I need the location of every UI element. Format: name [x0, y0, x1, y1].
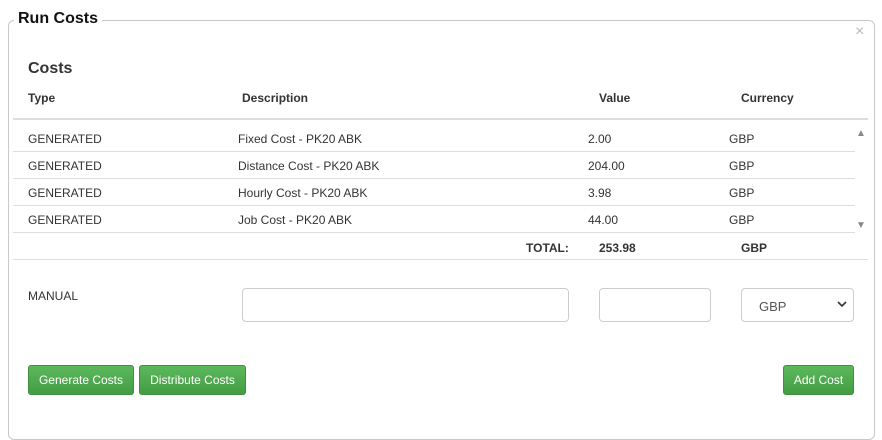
header-description: Description: [242, 91, 309, 105]
row-value: 44.00: [588, 213, 619, 227]
row-value: 204.00: [588, 159, 625, 173]
table-row[interactable]: GENERATED Distance Cost - PK20 ABK 204.0…: [13, 152, 855, 179]
scroll-down-arrow-icon[interactable]: ▼: [856, 221, 866, 231]
panel-title: Run Costs: [14, 10, 102, 28]
row-value: 3.98: [588, 186, 612, 200]
header-value: Value: [599, 91, 631, 105]
manual-type-label: MANUAL: [28, 289, 79, 303]
section-title: Costs: [28, 60, 73, 77]
chevron-down-icon: [837, 298, 847, 312]
costs-list[interactable]: GENERATED Fixed Cost - PK20 ABK 2.00 GBP…: [13, 125, 868, 233]
generate-costs-button[interactable]: Generate Costs: [28, 365, 134, 395]
header-divider: [13, 118, 868, 120]
currency-select[interactable]: GBP: [741, 288, 854, 322]
table-row[interactable]: GENERATED Job Cost - PK20 ABK 44.00 GBP: [13, 206, 855, 233]
row-description: Job Cost - PK20 ABK: [238, 213, 353, 227]
row-type: GENERATED: [28, 213, 102, 227]
manual-description-input[interactable]: [242, 288, 569, 322]
row-currency: GBP: [729, 132, 755, 146]
total-value: 253.98: [599, 241, 636, 255]
currency-select-value: GBP: [759, 299, 787, 314]
row-description: Hourly Cost - PK20 ABK: [238, 186, 368, 200]
row-currency: GBP: [729, 186, 755, 200]
distribute-costs-button[interactable]: Distribute Costs: [139, 365, 246, 395]
row-type: GENERATED: [28, 132, 102, 146]
close-icon[interactable]: ×: [855, 24, 864, 40]
total-divider: [13, 259, 868, 260]
add-cost-button[interactable]: Add Cost: [783, 365, 854, 395]
manual-value-input[interactable]: [599, 288, 711, 322]
row-value: 2.00: [588, 132, 612, 146]
header-currency: Currency: [741, 91, 794, 105]
scroll-up-arrow-icon[interactable]: ▲: [856, 129, 866, 139]
row-description: Distance Cost - PK20 ABK: [238, 159, 380, 173]
table-row[interactable]: GENERATED Hourly Cost - PK20 ABK 3.98 GB…: [13, 179, 855, 206]
row-currency: GBP: [729, 159, 755, 173]
row-type: GENERATED: [28, 159, 102, 173]
total-label: TOTAL:: [526, 241, 569, 255]
table-row[interactable]: GENERATED Fixed Cost - PK20 ABK 2.00 GBP: [13, 125, 855, 152]
total-currency: GBP: [741, 241, 768, 255]
header-type: Type: [28, 91, 56, 105]
row-type: GENERATED: [28, 186, 102, 200]
row-currency: GBP: [729, 213, 755, 227]
row-description: Fixed Cost - PK20 ABK: [238, 132, 363, 146]
